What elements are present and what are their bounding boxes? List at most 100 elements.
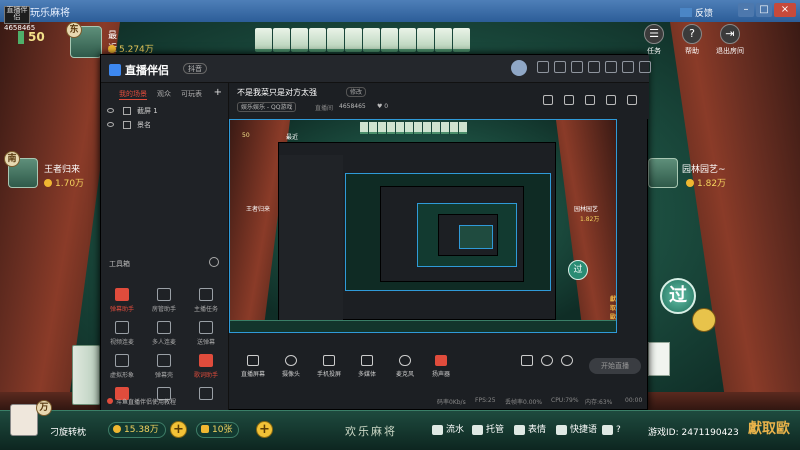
bell-icon[interactable] (606, 95, 616, 105)
record-button[interactable] (521, 355, 533, 369)
nested-live-window-3 (438, 214, 498, 256)
monitor-icon (247, 355, 259, 366)
scene-item[interactable]: 截屏 1 (101, 104, 228, 118)
top-right-toolbar: ☰ 任务 ? 帮助 ⇥ 退出房间 (640, 24, 744, 56)
nested-preview (345, 173, 551, 291)
question-button[interactable]: ? (600, 422, 621, 438)
settings-button[interactable] (561, 355, 573, 369)
live-app-logo: 直播伴侣 (4, 6, 30, 24)
pass-button[interactable]: 过 (660, 278, 696, 314)
score-display: 50 (18, 30, 45, 44)
tool-label: 主播任务 (193, 306, 218, 313)
preview-button[interactable] (541, 355, 553, 369)
close-icon[interactable] (639, 61, 651, 73)
help-button[interactable]: ? 帮助 (678, 24, 706, 56)
tool-item[interactable]: 房管助手 (143, 288, 185, 313)
tool-item[interactable]: 多人连麦 (143, 321, 185, 346)
tool-item[interactable] (185, 387, 227, 403)
card-icon (201, 425, 209, 433)
hosting-button[interactable]: 托管 (470, 422, 504, 438)
start-live-button[interactable]: 开始直播 (589, 358, 641, 374)
likes-count: ♥ 0 (377, 103, 389, 110)
media-button[interactable]: 多媒体 (347, 355, 387, 378)
image-icon (123, 121, 131, 129)
platform-tag[interactable]: 抖音 (183, 63, 207, 74)
seat-badge: 万 (36, 400, 52, 416)
exit-room-button[interactable]: ⇥ 退出房间 (716, 24, 744, 56)
toolbox-more-icon[interactable] (209, 257, 219, 267)
scene-item[interactable]: 景名 (101, 118, 228, 132)
tool-item[interactable]: 主播任务 (185, 288, 227, 313)
tab-audience[interactable]: 观众 (157, 89, 171, 100)
self-coins: 15.38万 (108, 422, 166, 438)
scene-tabs: 我的场景 观众 可玩表 + (101, 83, 228, 104)
tool-item[interactable]: 弹幕壳 (143, 354, 185, 379)
player-name: 园林园艺~ (682, 165, 726, 175)
nested-live-window (278, 142, 556, 321)
tab-my-scene[interactable]: 我的场景 (119, 89, 147, 100)
close-button[interactable]: × (774, 3, 796, 17)
frame-loss: 丢帧率0.00% (505, 399, 543, 406)
help-link[interactable]: 斗鱼直播伴侣使用教程 (107, 397, 176, 406)
menu-icon[interactable] (588, 61, 600, 73)
tool-item[interactable]: 弹幕助手 (101, 288, 143, 313)
self-cards: 10张 (196, 422, 240, 438)
stream-preview[interactable]: 50 最近 王者归来 园林园艺 1.82万 过 獻取歐 (229, 119, 617, 333)
edit-title-button[interactable]: 修改 (346, 87, 367, 97)
category-select[interactable]: 娱乐娱乐 - QQ游戏 (237, 102, 297, 112)
status-bar: 码率0Kb/s FPS:25 丢帧率0.00% CPU:79% 内存:63% 0… (229, 393, 649, 409)
live-companion-window: 直播伴侣 抖音 我的场景 观众 可玩表 + 截屏 1 景名 工具箱 弹幕助手 房… (100, 54, 651, 411)
share-icon[interactable] (627, 95, 637, 105)
speaker-button[interactable]: 扬声器 (421, 355, 461, 378)
user-avatar[interactable] (511, 60, 527, 76)
wall-tiles-top (255, 28, 477, 54)
maximize-button[interactable]: □ (756, 3, 772, 17)
avatar[interactable] (648, 158, 678, 188)
add-scene-button[interactable]: + (214, 88, 222, 100)
gift-icon[interactable] (554, 61, 566, 73)
game-logo: 欢乐麻将 (345, 425, 397, 438)
tool-icon (157, 354, 171, 367)
tool-label: 视频连麦 (109, 339, 134, 346)
add-coins-button[interactable]: + (170, 421, 187, 438)
tool-item[interactable]: 虚拟形象 (101, 354, 143, 379)
tab-playable[interactable]: 可玩表 (181, 89, 202, 100)
gift-icon[interactable] (543, 95, 553, 105)
record-icon[interactable] (585, 95, 595, 105)
screen-capture-button[interactable]: 直播屏幕 (233, 355, 273, 378)
tool-icon (115, 321, 129, 334)
microphone-icon (399, 355, 411, 366)
help-icon: ? (682, 24, 702, 44)
quick-talk-button[interactable]: 快捷语 (554, 422, 597, 438)
maximize-icon[interactable] (622, 61, 634, 73)
tool-item[interactable]: 送弹幕 (185, 321, 227, 346)
player-right[interactable]: 园林园艺~ 1.82万 (648, 158, 726, 189)
mail-icon (680, 8, 692, 17)
tool-label: 虚拟形象 (109, 372, 134, 379)
minimize-button[interactable]: – (738, 3, 754, 17)
toolbox-grid: 弹幕助手 房管助手 主播任务视频连麦 多人连麦 送弹幕虚拟形象 弹幕壳 歌词助手 (101, 288, 229, 403)
task-button[interactable]: ☰ 任务 (640, 24, 668, 56)
tool-item[interactable]: 歌词助手 (185, 354, 227, 379)
settings-icon[interactable] (571, 61, 583, 73)
emoji-button[interactable]: 表情 (512, 422, 546, 438)
player-coins: 1.82万 (686, 176, 726, 189)
self-avatar[interactable] (10, 404, 38, 436)
microphone-button[interactable]: 麦克风 (385, 355, 425, 378)
flow-button[interactable]: 流水 (430, 422, 464, 438)
tool-icon (115, 354, 129, 367)
camera-button[interactable]: 摄像头 (271, 355, 311, 378)
message-icon[interactable] (537, 61, 549, 73)
tool-icon (199, 288, 213, 301)
feedback-link[interactable]: 反馈 (680, 6, 713, 19)
speaker-icon (435, 355, 447, 366)
lock-icon[interactable] (564, 95, 574, 105)
tool-item[interactable]: 视频连麦 (101, 321, 143, 346)
exit-icon: ⇥ (720, 24, 740, 44)
eye-icon[interactable] (107, 108, 114, 113)
phone-cast-button[interactable]: 手机投屏 (309, 355, 349, 378)
eye-icon[interactable] (107, 122, 114, 127)
minimize-icon[interactable] (605, 61, 617, 73)
add-cards-button[interactable]: + (256, 421, 273, 438)
nested-preview-2 (417, 203, 517, 267)
